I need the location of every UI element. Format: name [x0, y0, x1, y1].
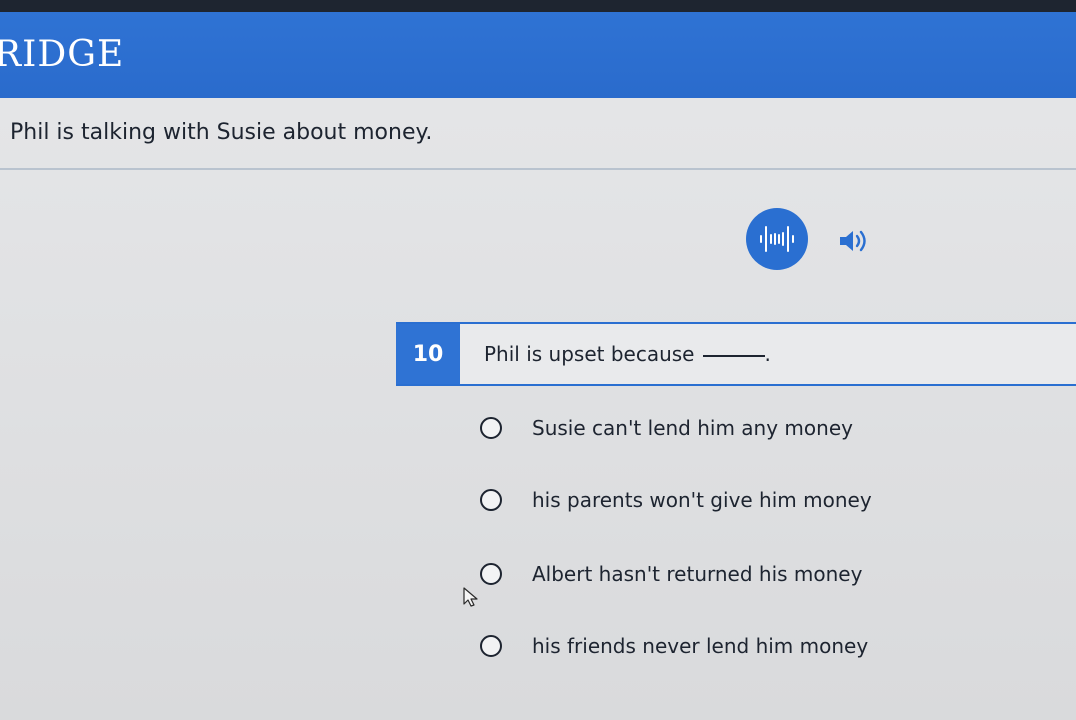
audio-play-button[interactable]	[746, 208, 808, 270]
radio-button-4[interactable]	[480, 635, 502, 657]
radio-button-3[interactable]	[480, 563, 502, 585]
answer-option-label: his friends never lend him money	[532, 634, 869, 658]
speaker-icon[interactable]	[838, 228, 868, 254]
prompt-divider	[0, 168, 1076, 170]
header-bar: RIDGE	[0, 12, 1076, 98]
answer-option-label: Susie can't lend him any money	[532, 416, 853, 440]
answer-option-1[interactable]: Susie can't lend him any money	[480, 412, 853, 444]
answer-option-label: his parents won't give him money	[532, 488, 872, 512]
prompt-text: Phil is talking with Susie about money.	[10, 120, 433, 145]
waveform-icon	[760, 226, 794, 252]
radio-button-1[interactable]	[480, 417, 502, 439]
quiz-page: RIDGE Phil is talking with Susie about m…	[0, 0, 1076, 720]
answer-blank	[702, 355, 765, 357]
brand-logo-text: RIDGE	[0, 34, 125, 75]
mouse-cursor-icon	[463, 587, 478, 607]
question-number: 10	[396, 324, 460, 384]
question-row: 10 Phil is upset because.	[396, 322, 1076, 386]
question-end-punct: .	[764, 342, 771, 366]
answer-option-2[interactable]: his parents won't give him money	[480, 484, 872, 516]
answer-option-4[interactable]: his friends never lend him money	[480, 630, 868, 662]
question-text: Phil is upset because	[484, 342, 695, 366]
answer-option-label: Albert hasn't returned his money	[532, 562, 863, 586]
radio-button-2[interactable]	[480, 489, 502, 511]
question-text-line: Phil is upset because.	[484, 342, 771, 366]
answer-option-3[interactable]: Albert hasn't returned his money	[480, 558, 862, 590]
